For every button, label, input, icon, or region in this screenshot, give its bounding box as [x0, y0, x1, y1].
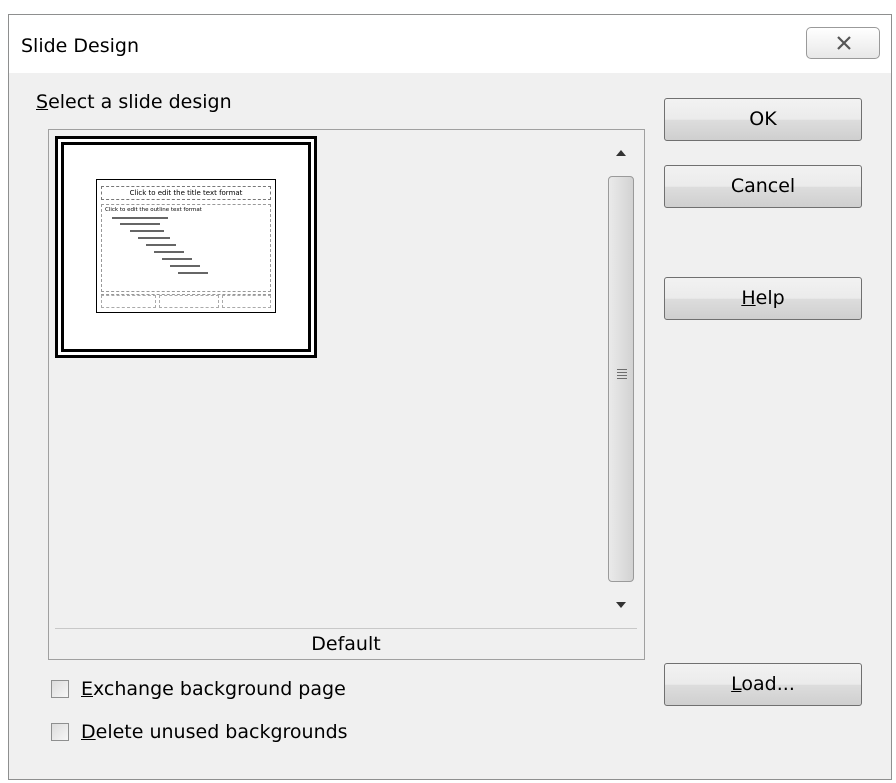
select-design-label: Select a slide design — [36, 91, 232, 113]
title-bar: Slide Design — [9, 15, 891, 73]
close-icon — [837, 36, 851, 50]
outline-line — [120, 223, 160, 225]
outline-line — [170, 265, 200, 267]
arrow-down-icon — [616, 602, 626, 608]
outline-line — [154, 251, 184, 253]
scroll-up-button[interactable] — [604, 136, 638, 170]
ok-button[interactable]: OK — [664, 98, 862, 141]
scroll-down-button[interactable] — [604, 588, 638, 622]
vertical-scrollbar[interactable] — [604, 136, 638, 622]
delete-unused-checkbox[interactable] — [51, 723, 69, 741]
design-thumbnail-default[interactable]: Click to edit the title text format Clic… — [55, 136, 317, 358]
outline-line — [146, 244, 176, 246]
outline-line — [112, 217, 168, 219]
load-button[interactable]: Load... — [664, 663, 862, 706]
exchange-background-checkbox[interactable] — [51, 680, 69, 698]
selected-design-name: Default — [55, 628, 637, 657]
arrow-up-icon — [616, 150, 626, 156]
delete-unused-label[interactable]: Delete unused backgrounds — [81, 721, 348, 743]
outline-line — [138, 237, 170, 239]
slide-preview-outline: Click to edit the outline text format — [101, 204, 271, 292]
footer-date-box — [101, 295, 156, 308]
scroll-grip-icon — [617, 369, 627, 381]
close-button[interactable] — [806, 27, 880, 59]
footer-text-box — [159, 295, 219, 308]
slide-design-dialog: Slide Design Select a slide design Click… — [8, 14, 892, 780]
outline-line — [162, 258, 192, 260]
slide-preview-footer — [101, 294, 271, 309]
footer-number-box — [222, 295, 271, 308]
slide-preview-title: Click to edit the title text format — [101, 186, 271, 200]
slide-preview-outline-text: Click to edit the outline text format — [105, 207, 202, 213]
outline-line — [130, 230, 164, 232]
dialog-title: Slide Design — [21, 35, 140, 57]
help-button[interactable]: Help — [664, 277, 862, 320]
outline-line — [178, 272, 208, 274]
cancel-button[interactable]: Cancel — [664, 165, 862, 208]
design-list[interactable]: Click to edit the title text format Clic… — [48, 129, 645, 660]
scroll-thumb[interactable] — [608, 176, 634, 582]
slide-preview: Click to edit the title text format Clic… — [96, 179, 276, 313]
exchange-background-label[interactable]: Exchange background page — [81, 678, 346, 700]
